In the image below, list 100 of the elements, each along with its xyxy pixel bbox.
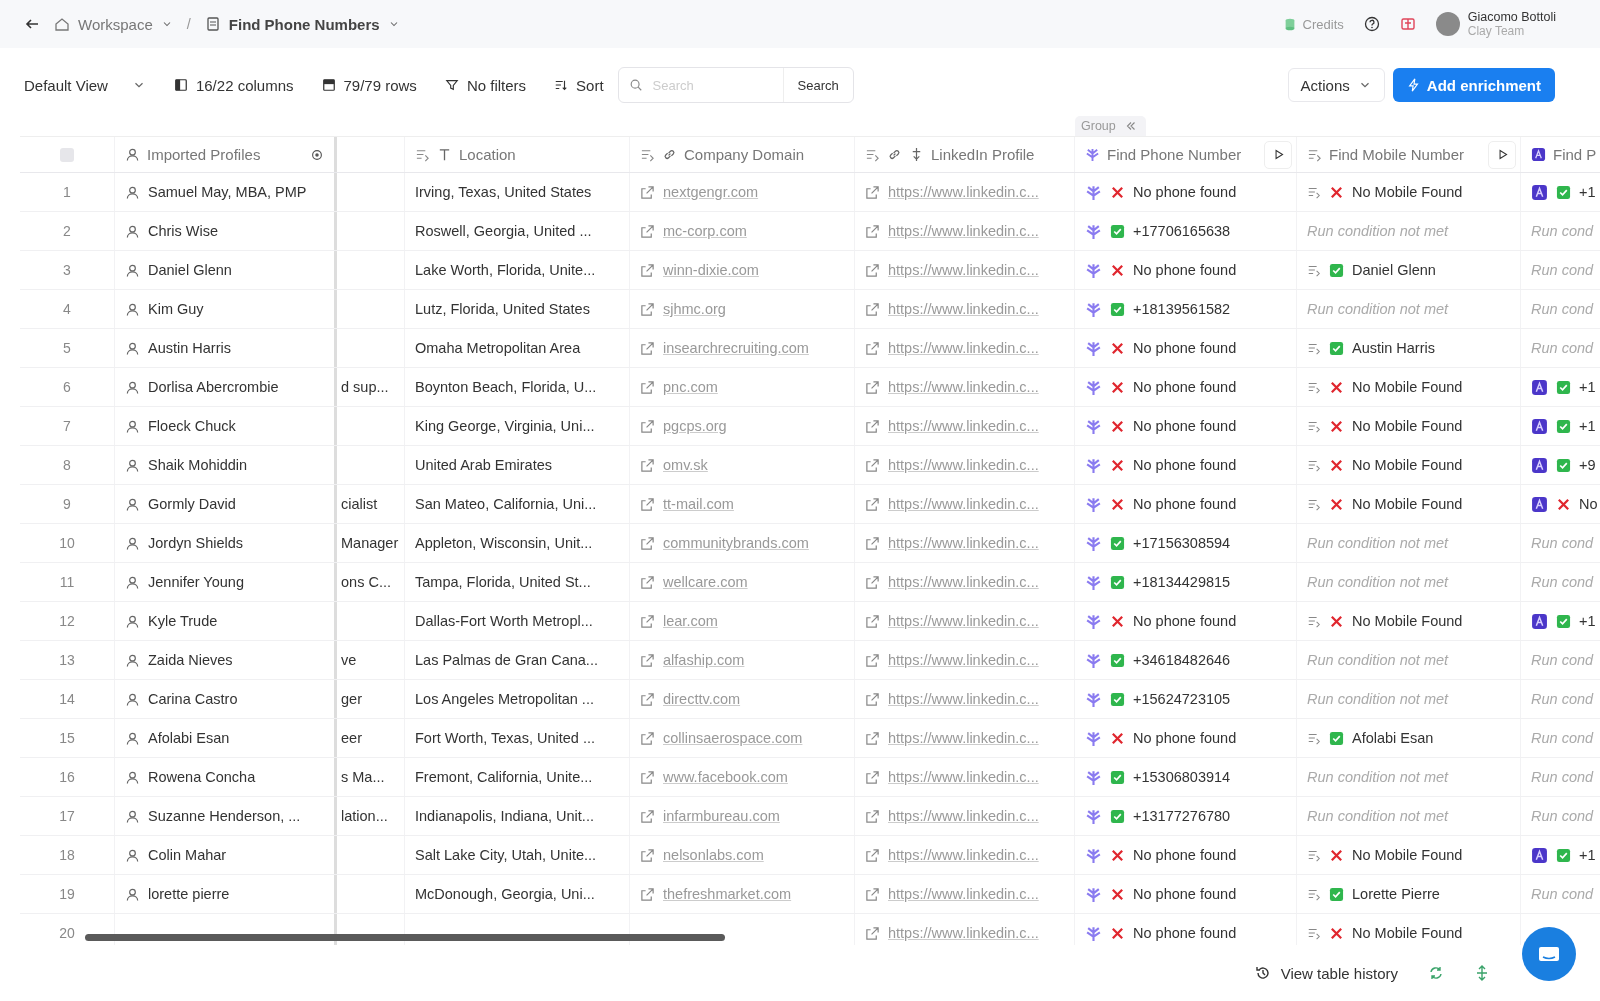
column-header[interactable]: Company Domain	[684, 146, 805, 163]
search-button[interactable]: Search	[782, 68, 853, 102]
select-all-checkbox[interactable]	[60, 147, 74, 162]
external-link-icon[interactable]	[865, 262, 880, 278]
external-link-icon[interactable]	[640, 730, 655, 746]
external-link-icon[interactable]	[640, 613, 655, 629]
external-link-icon[interactable]	[865, 613, 880, 629]
link[interactable]: sjhmc.org	[663, 301, 726, 317]
external-link-icon[interactable]	[640, 184, 655, 200]
external-link-icon[interactable]	[865, 808, 880, 824]
external-link-icon[interactable]	[865, 925, 880, 941]
sort-button[interactable]: Sort	[554, 76, 604, 94]
external-link-icon[interactable]	[640, 223, 655, 239]
link[interactable]: https://www.linkedin.c...	[888, 496, 1039, 512]
link[interactable]: nelsonlabs.com	[663, 847, 764, 863]
link[interactable]: tt-mail.com	[663, 496, 734, 512]
external-link-icon[interactable]	[640, 262, 655, 278]
link[interactable]: winn-dixie.com	[663, 262, 759, 278]
link[interactable]: https://www.linkedin.c...	[888, 418, 1039, 434]
external-link-icon[interactable]	[865, 652, 880, 668]
refresh-icon[interactable]	[1428, 965, 1444, 981]
group-tab[interactable]: Group	[1075, 116, 1146, 136]
external-link-icon[interactable]	[640, 379, 655, 395]
external-link-icon[interactable]	[865, 769, 880, 785]
column-header[interactable]: Location	[459, 146, 516, 163]
link[interactable]: lear.com	[663, 613, 718, 629]
column-header[interactable]: Find P	[1553, 146, 1597, 163]
column-header[interactable]: Find Phone Number	[1107, 146, 1242, 163]
external-link-icon[interactable]	[865, 574, 880, 590]
link[interactable]: wellcare.com	[663, 574, 748, 590]
link[interactable]: pnc.com	[663, 379, 718, 395]
link[interactable]: alfaship.com	[663, 652, 745, 668]
link[interactable]: https://www.linkedin.c...	[888, 691, 1039, 707]
actions-button[interactable]: Actions	[1287, 68, 1385, 102]
external-link-icon[interactable]	[865, 847, 880, 863]
link[interactable]: https://www.linkedin.c...	[888, 769, 1039, 785]
external-link-icon[interactable]	[640, 301, 655, 317]
link[interactable]: mc-corp.com	[663, 223, 747, 239]
external-link-icon[interactable]	[640, 847, 655, 863]
link[interactable]: https://www.linkedin.c...	[888, 262, 1039, 278]
link[interactable]: https://www.linkedin.c...	[888, 535, 1039, 551]
link[interactable]: https://www.linkedin.c...	[888, 652, 1039, 668]
external-link-icon[interactable]	[865, 418, 880, 434]
external-link-icon[interactable]	[640, 886, 655, 902]
link[interactable]: https://www.linkedin.c...	[888, 457, 1039, 473]
column-header[interactable]: LinkedIn Profile	[931, 146, 1035, 163]
link[interactable]: https://www.linkedin.c...	[888, 925, 1039, 941]
link[interactable]: https://www.linkedin.c...	[888, 847, 1039, 863]
link[interactable]: https://www.linkedin.c...	[888, 379, 1039, 395]
external-link-icon[interactable]	[865, 496, 880, 512]
external-link-icon[interactable]	[865, 379, 880, 395]
external-link-icon[interactable]	[640, 574, 655, 590]
external-link-icon[interactable]	[640, 535, 655, 551]
link[interactable]: https://www.linkedin.c...	[888, 301, 1039, 317]
link[interactable]: https://www.linkedin.c...	[888, 613, 1039, 629]
avatar[interactable]	[1435, 12, 1460, 36]
external-link-icon[interactable]	[865, 457, 880, 473]
link[interactable]: directtv.com	[663, 691, 741, 707]
column-header[interactable]: Find Mobile Number	[1329, 146, 1465, 163]
link[interactable]: https://www.linkedin.c...	[888, 886, 1039, 902]
filter-button[interactable]: No filters	[444, 76, 527, 94]
link[interactable]: insearchrecruiting.com	[663, 340, 809, 356]
link[interactable]: omv.sk	[663, 457, 708, 473]
external-link-icon[interactable]	[865, 535, 880, 551]
help-icon[interactable]	[1363, 16, 1380, 32]
external-link-icon[interactable]	[865, 184, 880, 200]
credits-button[interactable]: Credits	[1282, 16, 1344, 32]
breadcrumb-item[interactable]: Find Phone Numbers	[204, 15, 400, 33]
link[interactable]: https://www.linkedin.c...	[888, 808, 1039, 824]
view-history-button[interactable]: View table history	[1254, 964, 1398, 982]
run-button[interactable]	[1264, 140, 1292, 169]
external-link-icon[interactable]	[865, 223, 880, 239]
rows-button[interactable]: 79/79 rows	[321, 76, 417, 94]
external-link-icon[interactable]	[865, 340, 880, 356]
add-enrichment-button[interactable]: Add enrichment	[1392, 68, 1555, 102]
link[interactable]: https://www.linkedin.c...	[888, 730, 1039, 746]
run-button[interactable]	[1488, 140, 1516, 169]
gift-icon[interactable]	[1399, 16, 1416, 32]
external-link-icon[interactable]	[640, 457, 655, 473]
external-link-icon[interactable]	[865, 691, 880, 707]
expand-icon[interactable]	[1474, 965, 1490, 981]
link[interactable]: communitybrands.com	[663, 535, 809, 551]
columns-button[interactable]: 16/22 columns	[173, 76, 294, 94]
view-dropdown[interactable]: Default View	[24, 76, 146, 94]
external-link-icon[interactable]	[640, 496, 655, 512]
link[interactable]: https://www.linkedin.c...	[888, 574, 1039, 590]
link[interactable]: infarmbureau.com	[663, 808, 780, 824]
scrollbar-thumb[interactable]	[85, 934, 725, 941]
link[interactable]: nextgengr.com	[663, 184, 759, 200]
link[interactable]: https://www.linkedin.c...	[888, 223, 1039, 239]
external-link-icon[interactable]	[640, 808, 655, 824]
link[interactable]: pgcps.org	[663, 418, 727, 434]
column-header[interactable]: Imported Profiles	[147, 146, 261, 163]
link[interactable]: collinsaerospace.com	[663, 730, 803, 746]
link[interactable]: www.facebook.com	[663, 769, 788, 785]
external-link-icon[interactable]	[640, 691, 655, 707]
external-link-icon[interactable]	[640, 418, 655, 434]
external-link-icon[interactable]	[865, 730, 880, 746]
breadcrumb-item[interactable]: Workspace	[54, 15, 173, 33]
external-link-icon[interactable]	[865, 886, 880, 902]
